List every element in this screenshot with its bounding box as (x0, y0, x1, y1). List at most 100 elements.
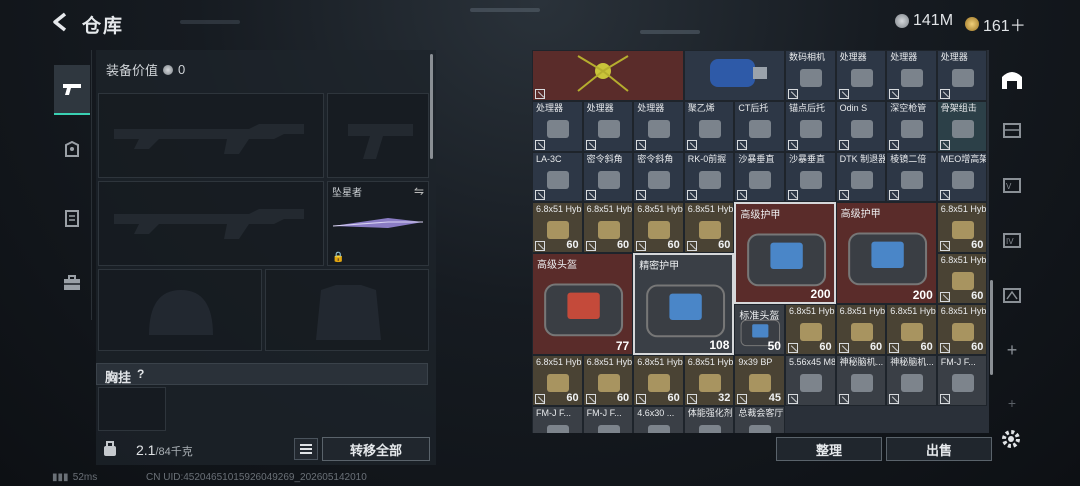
item-count: 60 (667, 391, 680, 404)
storage-tab-3[interactable]: V (997, 170, 1027, 200)
transfer-all-button[interactable]: 转移全部 (322, 437, 430, 461)
inventory-item[interactable]: 处理器 (582, 100, 634, 152)
tag-icon (838, 139, 849, 150)
inventory-item[interactable]: MEO增高架 (936, 151, 988, 203)
list-view-button[interactable] (294, 438, 318, 460)
inventory-item[interactable]: 处理器 (886, 50, 937, 101)
inventory-item[interactable]: 5.56x45 M855 (785, 354, 836, 406)
inventory-item[interactable]: 9x39 BP 45 (734, 354, 785, 406)
inventory-item[interactable]: 6.8x51 Hybrid 60 (936, 253, 988, 304)
inventory-item[interactable]: 体能强化剂 (683, 405, 735, 433)
inventory-item[interactable]: 密令斜角 (633, 151, 684, 203)
inventory-item[interactable]: 处理器 (835, 50, 887, 101)
gear-icon[interactable] (1000, 428, 1022, 450)
inventory-item[interactable]: 沙暴垂直 (734, 151, 785, 203)
tag-icon (535, 139, 545, 150)
item-image-icon (597, 424, 620, 433)
inventory-item[interactable]: 处理器 (532, 100, 583, 152)
item-image-icon (901, 323, 924, 341)
inventory-item[interactable]: 处理器 (633, 100, 684, 152)
inventory-item[interactable]: DTK 制退器 (835, 151, 887, 203)
gold-currency[interactable]: 161＋ (965, 12, 1026, 36)
storage-tab-2[interactable] (997, 115, 1027, 145)
inventory-item[interactable]: 6.8x51 Hybrid 60 (683, 202, 735, 254)
inventory-item-gear[interactable]: 高级护甲 200 (734, 202, 836, 304)
inventory-item[interactable]: 6.8x51 Hybrid 32 (683, 354, 735, 406)
chest-rig-header[interactable]: 胸挂 ? (96, 363, 428, 385)
inventory-item[interactable]: 6.8x51 Hybrid 60 (633, 354, 684, 406)
help-icon[interactable]: ? (137, 367, 144, 381)
item-name: 6.8x51 Hybrid (687, 204, 734, 215)
inventory-item[interactable]: 锚点后托 (785, 100, 836, 152)
tag-icon (788, 342, 798, 353)
item-image-icon (698, 424, 721, 433)
equipment-scrollbar[interactable] (430, 54, 433, 159)
secondary-weapon-slot[interactable] (98, 181, 324, 266)
inventory-item[interactable]: 6.8x51 Hybrid 60 (936, 304, 988, 355)
armor-slot[interactable] (265, 269, 429, 351)
tag-icon (585, 393, 596, 404)
item-name: 总裁会客厅 (738, 407, 784, 418)
inventory-item[interactable]: LA-3C (532, 151, 583, 203)
tag-icon (686, 241, 697, 252)
inventory-item-artifact[interactable] (532, 50, 684, 101)
inventory-item[interactable]: 6.8x51 Hybrid 60 (532, 202, 583, 254)
inventory-item[interactable]: 神秘脑机... (886, 354, 937, 406)
inventory-item[interactable]: 总裁会客厅 (734, 405, 785, 433)
inventory-item[interactable]: 6.8x51 Hybrid 60 (532, 354, 583, 406)
inventory-item[interactable]: CT后托 (734, 100, 785, 152)
inventory-item[interactable]: 聚乙烯 (683, 100, 735, 152)
inventory-item[interactable]: 神秘脑机... (835, 354, 887, 406)
inventory-item[interactable]: 6.8x51 Hybrid 60 (785, 304, 836, 355)
sort-button[interactable]: 整理 (776, 437, 882, 461)
chest-rig-slot[interactable] (98, 387, 166, 431)
primary-weapon-slot[interactable] (98, 93, 324, 178)
inventory-item[interactable]: 6.8x51 Hybrid 60 (633, 202, 684, 254)
inventory-item[interactable]: RK-0前握 (683, 151, 735, 203)
inventory-item-gear[interactable]: 高级护甲 200 (835, 202, 937, 304)
back-icon[interactable] (50, 11, 72, 33)
inventory-item[interactable]: FM-J F... (532, 405, 583, 433)
add-storage-icon-secondary[interactable]: + (997, 388, 1027, 418)
inventory-item[interactable]: 棱镜二倍 (886, 151, 937, 203)
tag-icon (838, 88, 849, 99)
nav-vest[interactable] (54, 200, 90, 236)
inventory-item-motor[interactable] (683, 50, 785, 101)
inventory-item[interactable]: 6.8x51 Hybrid 60 (582, 202, 634, 254)
inventory-item[interactable]: 6.8x51 Hybrid 60 (835, 304, 887, 355)
pistol-slot[interactable] (327, 93, 429, 178)
inventory-item[interactable]: FM-J F... (582, 405, 634, 433)
inventory-item-gear[interactable]: 精密护甲 108 (633, 253, 735, 355)
inventory-item-gear[interactable]: 高级头盔 77 (532, 253, 634, 355)
helmet-slot[interactable] (98, 269, 262, 351)
inventory-item[interactable]: 沙暴垂直 (785, 151, 836, 203)
inventory-item[interactable]: 处理器 (936, 50, 988, 101)
inventory-item[interactable]: 4.6x30 ... (633, 405, 684, 433)
inventory-item[interactable]: Odin S (835, 100, 887, 152)
item-image-icon (547, 119, 569, 138)
inventory-item-gear[interactable]: 标准头盔 50 (734, 304, 785, 355)
inventory-item[interactable]: 深空枪管 (886, 100, 937, 152)
storage-tab-main[interactable] (997, 65, 1027, 95)
vest-icon (65, 210, 79, 227)
melee-slot[interactable]: 坠星者 ⇋ 🔒 (327, 181, 429, 266)
nav-case[interactable] (54, 265, 90, 301)
inventory-item[interactable]: 数码相机 (785, 50, 836, 101)
inventory-item[interactable]: FM-J F... (936, 354, 988, 406)
ping-value: 52ms (72, 472, 98, 483)
inventory-scrollbar[interactable] (990, 280, 993, 375)
silver-amount: 141M (913, 12, 954, 29)
storage-tab-5[interactable] (997, 280, 1027, 310)
item-image-icon (800, 373, 822, 392)
inventory-item[interactable]: 6.8x51 Hybrid 60 (582, 354, 634, 406)
add-storage-icon[interactable]: + (997, 335, 1027, 365)
nav-helmet[interactable] (54, 132, 90, 168)
storage-tab-4[interactable]: IV (997, 225, 1027, 255)
inventory-item[interactable]: 骨架组击 (936, 100, 988, 152)
inventory-item[interactable]: 6.8x51 Hybrid 60 (936, 202, 988, 254)
item-image-icon (850, 323, 873, 341)
nav-weapon[interactable] (54, 65, 90, 115)
sell-button[interactable]: 出售 (886, 437, 992, 461)
inventory-item[interactable]: 6.8x51 Hybrid 60 (886, 304, 937, 355)
inventory-item[interactable]: 密令斜角 (582, 151, 634, 203)
